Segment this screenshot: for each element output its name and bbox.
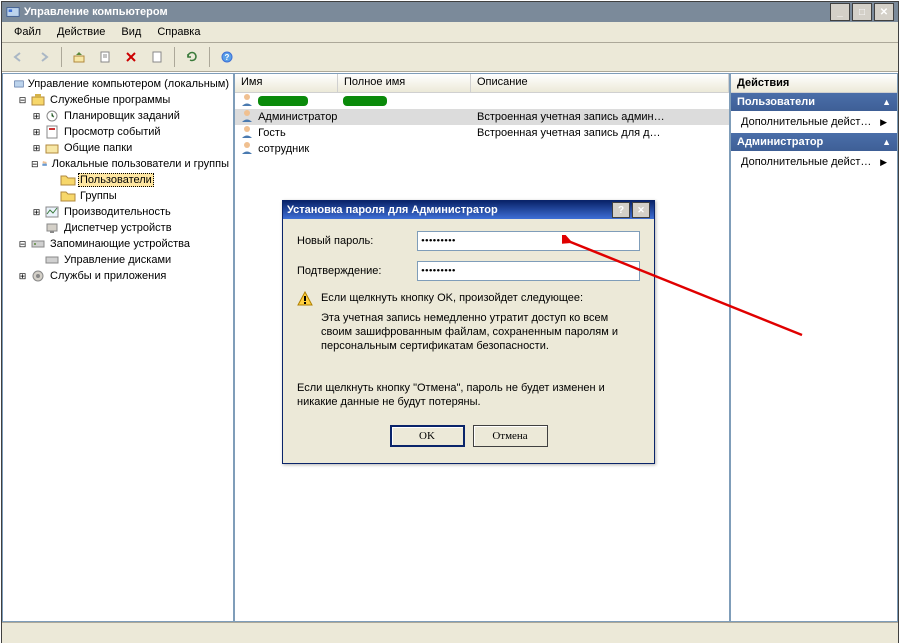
nav-forward-button [32,45,56,69]
collapse-icon: ▲ [882,97,891,107]
menubar: Файл Действие Вид Справка [2,22,898,43]
help-button[interactable]: ? [215,45,239,69]
app-icon [6,5,20,19]
actions-more-users[interactable]: Дополнительные дейст…▶ [731,111,897,133]
confirm-password-label: Подтверждение: [297,265,417,277]
dialog-titlebar: Установка пароля для Администратор ? ✕ [283,201,654,219]
cancel-button[interactable]: Отмена [473,425,548,447]
tree-storage[interactable]: ⊟Запоминающие устройства [3,236,233,252]
tree-utilities[interactable]: ⊟Служебные программы [3,92,233,108]
close-button[interactable]: ✕ [874,3,894,21]
tree-localusers[interactable]: ⊟Локальные пользователи и группы [3,156,233,172]
up-button[interactable] [67,45,91,69]
user-icon [239,140,255,159]
export-button[interactable] [145,45,169,69]
maximize-button[interactable]: □ [852,3,872,21]
nav-tree[interactable]: Управление компьютером (локальным) ⊟Служ… [2,73,234,622]
actions-section-users[interactable]: Пользователи▲ [731,93,897,111]
tree-groups[interactable]: Группы [3,188,233,204]
nav-back-button [6,45,30,69]
tree-root[interactable]: Управление компьютером (локальным) [3,76,233,92]
redacted-fullname [343,96,387,106]
toolbar: ? [2,43,898,72]
delete-button[interactable] [119,45,143,69]
tree-eventviewer[interactable]: ⊞Просмотр событий [3,124,233,140]
tree-services[interactable]: ⊞Службы и приложения [3,268,233,284]
new-password-label: Новый пароль: [297,235,417,247]
menu-file[interactable]: Файл [6,24,49,40]
collapse-icon: ▲ [882,137,891,147]
window-title: Управление компьютером [24,6,830,18]
chevron-right-icon: ▶ [880,117,887,128]
new-password-input[interactable] [417,231,640,251]
tree-scheduler[interactable]: ⊞Планировщик заданий [3,108,233,124]
tree-devmgr[interactable]: Диспетчер устройств [3,220,233,236]
menu-action[interactable]: Действие [49,24,113,40]
properties-button[interactable] [93,45,117,69]
statusbar [2,622,898,643]
minimize-button[interactable]: _ [830,3,850,21]
menu-help[interactable]: Справка [149,24,208,40]
warning-icon [297,291,313,307]
set-password-dialog: Установка пароля для Администратор ? ✕ Н… [282,200,655,464]
actions-heading: Действия [731,74,897,93]
tree-sharedfolders[interactable]: ⊞Общие папки [3,140,233,156]
svg-text:?: ? [225,53,230,62]
confirm-password-input[interactable] [417,261,640,281]
dialog-help-button[interactable]: ? [612,202,630,218]
ok-button[interactable]: OK [390,425,465,447]
list-header: Имя Полное имя Описание [235,74,729,93]
actions-more-admin[interactable]: Дополнительные дейст…▶ [731,151,897,173]
list-row[interactable]: сотрудник [235,141,729,157]
main-window: Управление компьютером _ □ ✕ Файл Действ… [1,1,899,643]
tree-diskmgr[interactable]: Управление дисками [3,252,233,268]
col-fullname[interactable]: Полное имя [338,74,471,92]
tree-perf[interactable]: ⊞Производительность [3,204,233,220]
col-desc[interactable]: Описание [471,74,729,92]
cancel-info: Если щелкнуть кнопку "Отмена", пароль не… [297,381,640,409]
chevron-right-icon: ▶ [880,157,887,168]
titlebar: Управление компьютером _ □ ✕ [2,2,898,22]
col-name[interactable]: Имя [235,74,338,92]
menu-view[interactable]: Вид [113,24,149,40]
actions-section-admin[interactable]: Администратор▲ [731,133,897,151]
warning-body: Эта учетная запись немедленно утратит до… [321,311,640,353]
warning-head: Если щелкнуть кнопку OK, произойдет след… [321,291,640,305]
refresh-button[interactable] [180,45,204,69]
actions-pane: Действия Пользователи▲ Дополнительные де… [730,73,898,622]
redacted-name [258,96,308,106]
dialog-close-button[interactable]: ✕ [632,202,650,218]
tree-users[interactable]: Пользователи [3,172,233,188]
